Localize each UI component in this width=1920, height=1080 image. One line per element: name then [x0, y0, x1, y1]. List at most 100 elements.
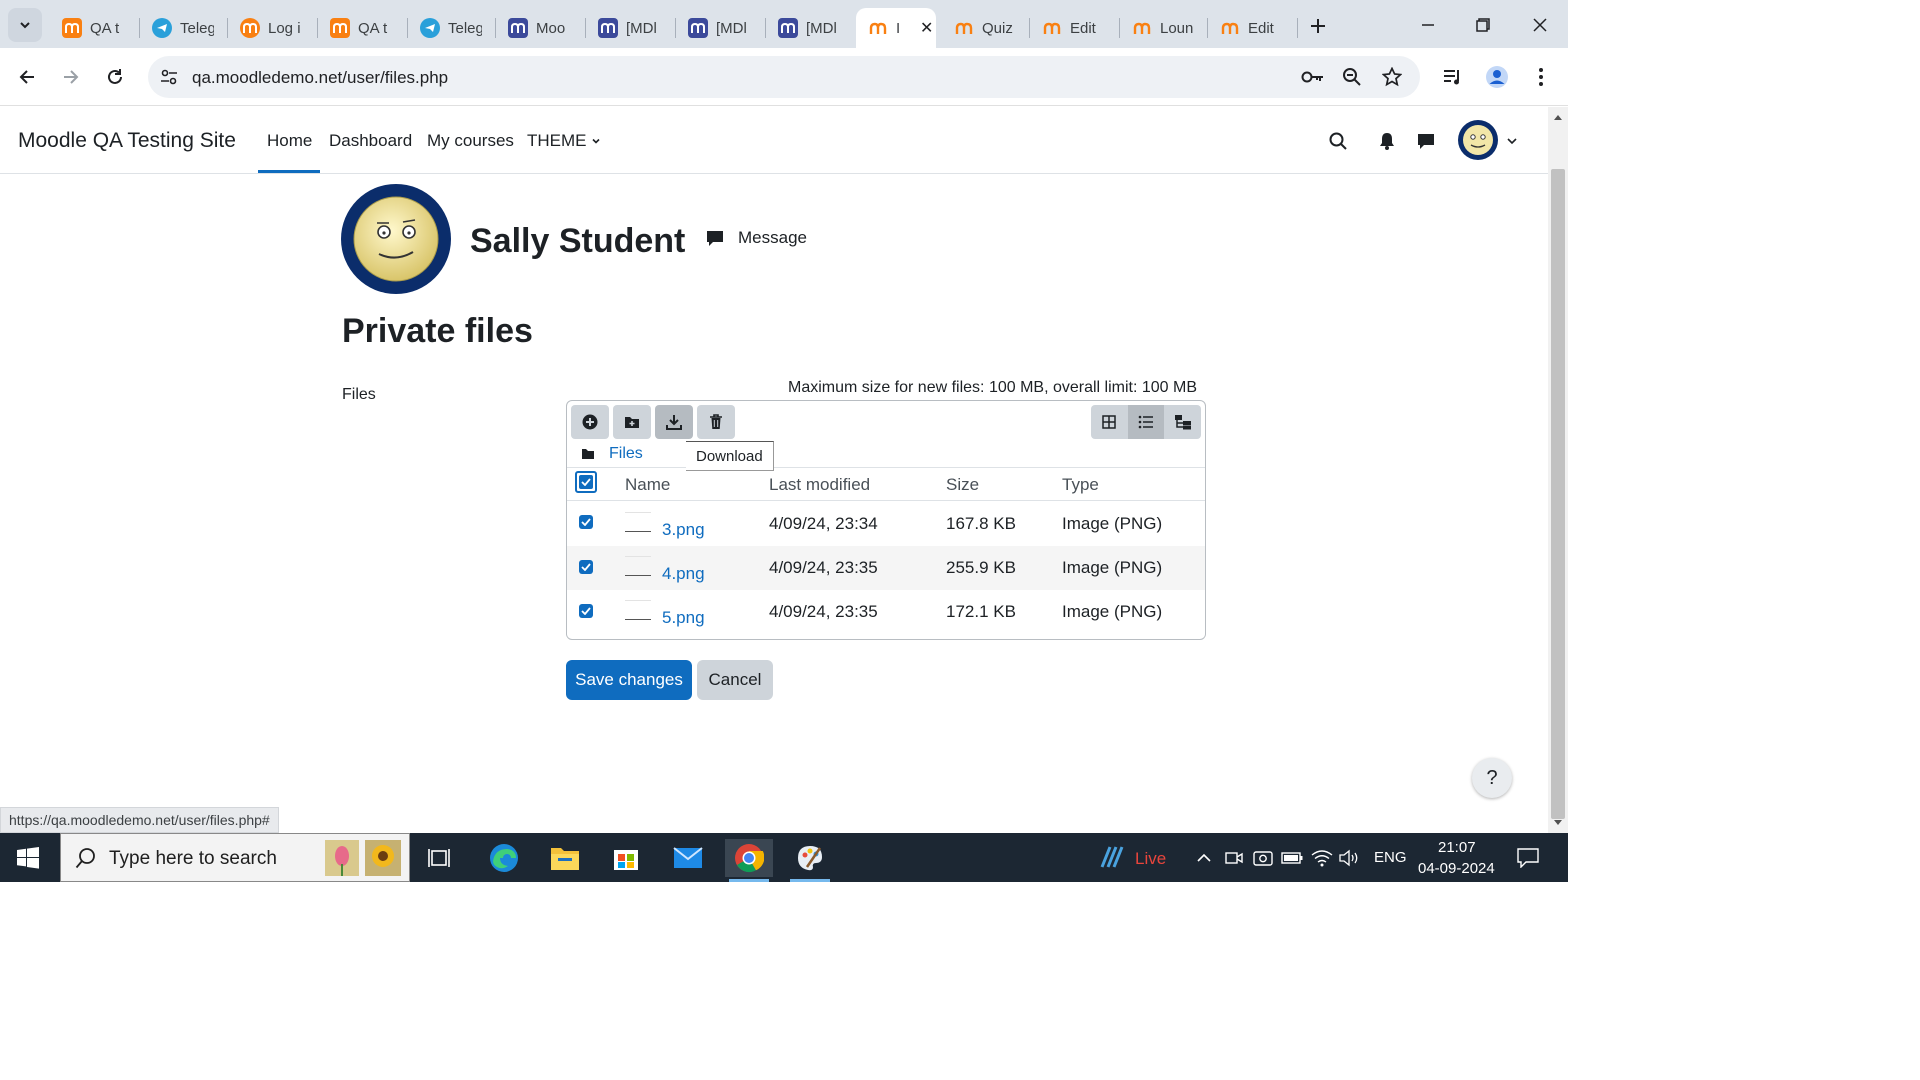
taskbar-edge[interactable]: [480, 839, 528, 877]
minimize-button[interactable]: [1413, 10, 1443, 40]
nav-my-courses[interactable]: My courses: [427, 131, 514, 151]
page-scrollbar[interactable]: [1548, 107, 1568, 833]
browser-tab[interactable]: Loun: [1120, 8, 1208, 48]
file-checkbox[interactable]: [579, 560, 593, 574]
cancel-button[interactable]: Cancel: [697, 660, 773, 700]
file-name-link[interactable]: 5.png: [662, 608, 705, 628]
profile-button[interactable]: [1482, 62, 1512, 92]
address-bar[interactable]: qa.moodledemo.net/user/files.php: [148, 56, 1420, 98]
cricket-live-icon[interactable]: [1098, 843, 1126, 871]
sync-status-icon[interactable]: [1252, 847, 1274, 869]
create-folder-button[interactable]: [613, 405, 651, 439]
taskbar-microsoft-store[interactable]: [602, 839, 650, 877]
chevron-down-icon[interactable]: [1500, 129, 1524, 153]
site-name[interactable]: Moodle QA Testing Site: [18, 129, 236, 153]
browser-tab[interactable]: QA t: [50, 8, 140, 48]
moodle-icon: [62, 18, 82, 38]
column-header-modified[interactable]: Last modified: [769, 475, 870, 495]
browser-tab-active[interactable]: I ✕: [856, 8, 936, 48]
meet-now-icon[interactable]: [1223, 847, 1245, 869]
taskbar-search-placeholder: Type here to search: [109, 848, 277, 869]
restore-button[interactable]: [1468, 10, 1498, 40]
close-tab-icon[interactable]: ✕: [920, 18, 933, 38]
taskbar-file-explorer[interactable]: [541, 839, 589, 877]
zoom-icon[interactable]: [1339, 64, 1365, 90]
column-header-name[interactable]: Name: [625, 475, 670, 495]
browser-tab[interactable]: Teleg: [140, 8, 228, 48]
table-row[interactable]: 5.png 4/09/24, 23:35 172.1 KB Image (PNG…: [567, 590, 1205, 634]
browser-tab[interactable]: [MDl: [766, 8, 854, 48]
browser-tab[interactable]: Quiz: [942, 8, 1030, 48]
view-tree-button[interactable]: [1165, 405, 1201, 439]
forward-button[interactable]: [56, 62, 86, 92]
volume-icon[interactable]: [1339, 847, 1361, 869]
media-control-button[interactable]: [1438, 62, 1468, 92]
select-all-checkbox[interactable]: [575, 471, 597, 493]
taskbar-search-box[interactable]: Type here to search: [60, 833, 410, 882]
view-icons-button[interactable]: [1091, 405, 1127, 439]
user-avatar-menu[interactable]: [1458, 120, 1498, 160]
back-button[interactable]: [12, 62, 42, 92]
table-row[interactable]: 3.png 4/09/24, 23:34 167.8 KB Image (PNG…: [567, 502, 1205, 546]
reload-button[interactable]: [100, 62, 130, 92]
clock-date[interactable]: 04-09-2024: [1418, 860, 1495, 877]
browser-tab[interactable]: QA t: [318, 8, 408, 48]
battery-icon[interactable]: [1281, 847, 1303, 869]
browser-tab[interactable]: Edit: [1030, 8, 1120, 48]
task-view-button[interactable]: [416, 839, 464, 877]
notification-center-icon[interactable]: [1515, 845, 1541, 871]
input-language[interactable]: ENG: [1374, 849, 1407, 866]
show-hidden-icons-chevron-icon[interactable]: [1193, 847, 1215, 869]
password-key-icon[interactable]: [1300, 64, 1326, 90]
file-name-link[interactable]: 4.png: [662, 564, 705, 584]
page-title: Private files: [342, 312, 533, 350]
view-list-button[interactable]: [1128, 405, 1164, 439]
nav-home[interactable]: Home: [267, 131, 312, 151]
search-icon[interactable]: [1326, 129, 1350, 153]
nav-theme-label: THEME: [527, 131, 587, 150]
new-tab-button[interactable]: [1304, 12, 1332, 40]
moodle-icon: [1042, 18, 1062, 38]
download-button[interactable]: [655, 405, 693, 439]
tab-search-button[interactable]: [8, 8, 42, 42]
delete-button[interactable]: [697, 405, 735, 439]
nav-theme-dropdown[interactable]: THEME: [527, 131, 601, 151]
browser-tab[interactable]: [MDl: [586, 8, 676, 48]
start-button[interactable]: [16, 846, 40, 875]
browser-tab[interactable]: Edit: [1208, 8, 1298, 48]
message-button[interactable]: Message: [706, 228, 807, 248]
taskbar-mail[interactable]: [664, 839, 712, 877]
help-button[interactable]: ?: [1472, 758, 1512, 798]
save-changes-button[interactable]: Save changes: [566, 660, 692, 700]
file-checkbox[interactable]: [579, 604, 593, 618]
table-row[interactable]: 4.png 4/09/24, 23:35 255.9 KB Image (PNG…: [567, 546, 1205, 590]
browser-tab[interactable]: [MDl: [676, 8, 766, 48]
list-icon: [1138, 415, 1153, 429]
breadcrumb-files-link[interactable]: Files: [609, 445, 643, 463]
notifications-bell-icon[interactable]: [1375, 129, 1399, 153]
close-window-button[interactable]: [1525, 10, 1555, 40]
bookmark-star-icon[interactable]: [1379, 64, 1405, 90]
clock-time[interactable]: 21:07: [1438, 839, 1476, 856]
tab-title: Teleg: [180, 19, 214, 37]
scrollbar-thumb[interactable]: [1551, 169, 1565, 819]
wifi-icon[interactable]: [1311, 847, 1333, 869]
file-checkbox[interactable]: [579, 515, 593, 529]
file-name-link[interactable]: 3.png: [662, 520, 705, 540]
live-label[interactable]: Live: [1135, 849, 1166, 869]
add-file-button[interactable]: [571, 405, 609, 439]
browser-tab[interactable]: Moo: [496, 8, 586, 48]
moodle-icon: [954, 18, 974, 38]
column-header-type[interactable]: Type: [1062, 475, 1099, 495]
column-header-size[interactable]: Size: [946, 475, 979, 495]
user-full-name: Sally Student: [470, 222, 686, 260]
tab-title: Loun: [1160, 19, 1194, 37]
browser-tab[interactable]: Log i: [228, 8, 318, 48]
browser-tab[interactable]: Teleg: [408, 8, 496, 48]
taskbar-paint[interactable]: [786, 839, 834, 882]
browser-menu-button[interactable]: [1526, 62, 1556, 92]
nav-dashboard[interactable]: Dashboard: [329, 131, 412, 151]
messages-icon[interactable]: [1414, 129, 1438, 153]
site-settings-icon[interactable]: [156, 64, 182, 90]
taskbar-chrome[interactable]: [725, 839, 773, 882]
